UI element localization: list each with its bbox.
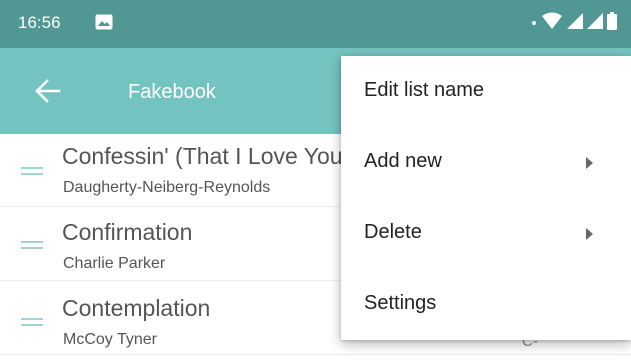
menu-item-label: Settings — [364, 292, 437, 314]
chevron-right-icon — [586, 228, 593, 240]
menu-item-label: Delete — [364, 221, 422, 243]
status-icons — [531, 11, 617, 36]
drag-handle-icon[interactable] — [21, 318, 43, 326]
item-subtitle: Charlie Parker — [63, 255, 166, 272]
signal-icon — [587, 12, 603, 34]
overflow-menu: Edit list name Add new Delete Settings — [341, 56, 631, 340]
menu-item-label: Add new — [364, 150, 442, 172]
menu-item-edit-list-name[interactable]: Edit list name — [341, 56, 631, 127]
item-title: Confirmation — [62, 219, 193, 245]
drag-handle-icon[interactable] — [21, 167, 43, 175]
arrow-left-icon[interactable] — [34, 78, 62, 104]
image-icon — [95, 14, 113, 30]
menu-item-delete[interactable]: Delete — [341, 198, 631, 269]
battery-icon — [607, 11, 617, 35]
menu-item-add-new[interactable]: Add new — [341, 127, 631, 198]
status-time: 16:56 — [18, 13, 61, 32]
page-title: Fakebook — [128, 81, 216, 103]
small-dot-icon — [531, 11, 537, 36]
item-subtitle: McCoy Tyner — [63, 331, 157, 348]
item-title: Confessin' (That I Love You) — [62, 143, 351, 169]
wifi-icon — [541, 12, 563, 35]
item-title: Contemplation — [62, 295, 211, 321]
item-subtitle: Daugherty-Neiberg-Reynolds — [63, 179, 271, 196]
signal-icon — [567, 12, 583, 34]
chevron-right-icon — [586, 157, 593, 169]
drag-handle-icon[interactable] — [21, 241, 43, 249]
menu-item-label: Edit list name — [364, 79, 485, 101]
menu-item-settings[interactable]: Settings — [341, 269, 631, 340]
status-bar: 16:56 — [0, 0, 631, 48]
